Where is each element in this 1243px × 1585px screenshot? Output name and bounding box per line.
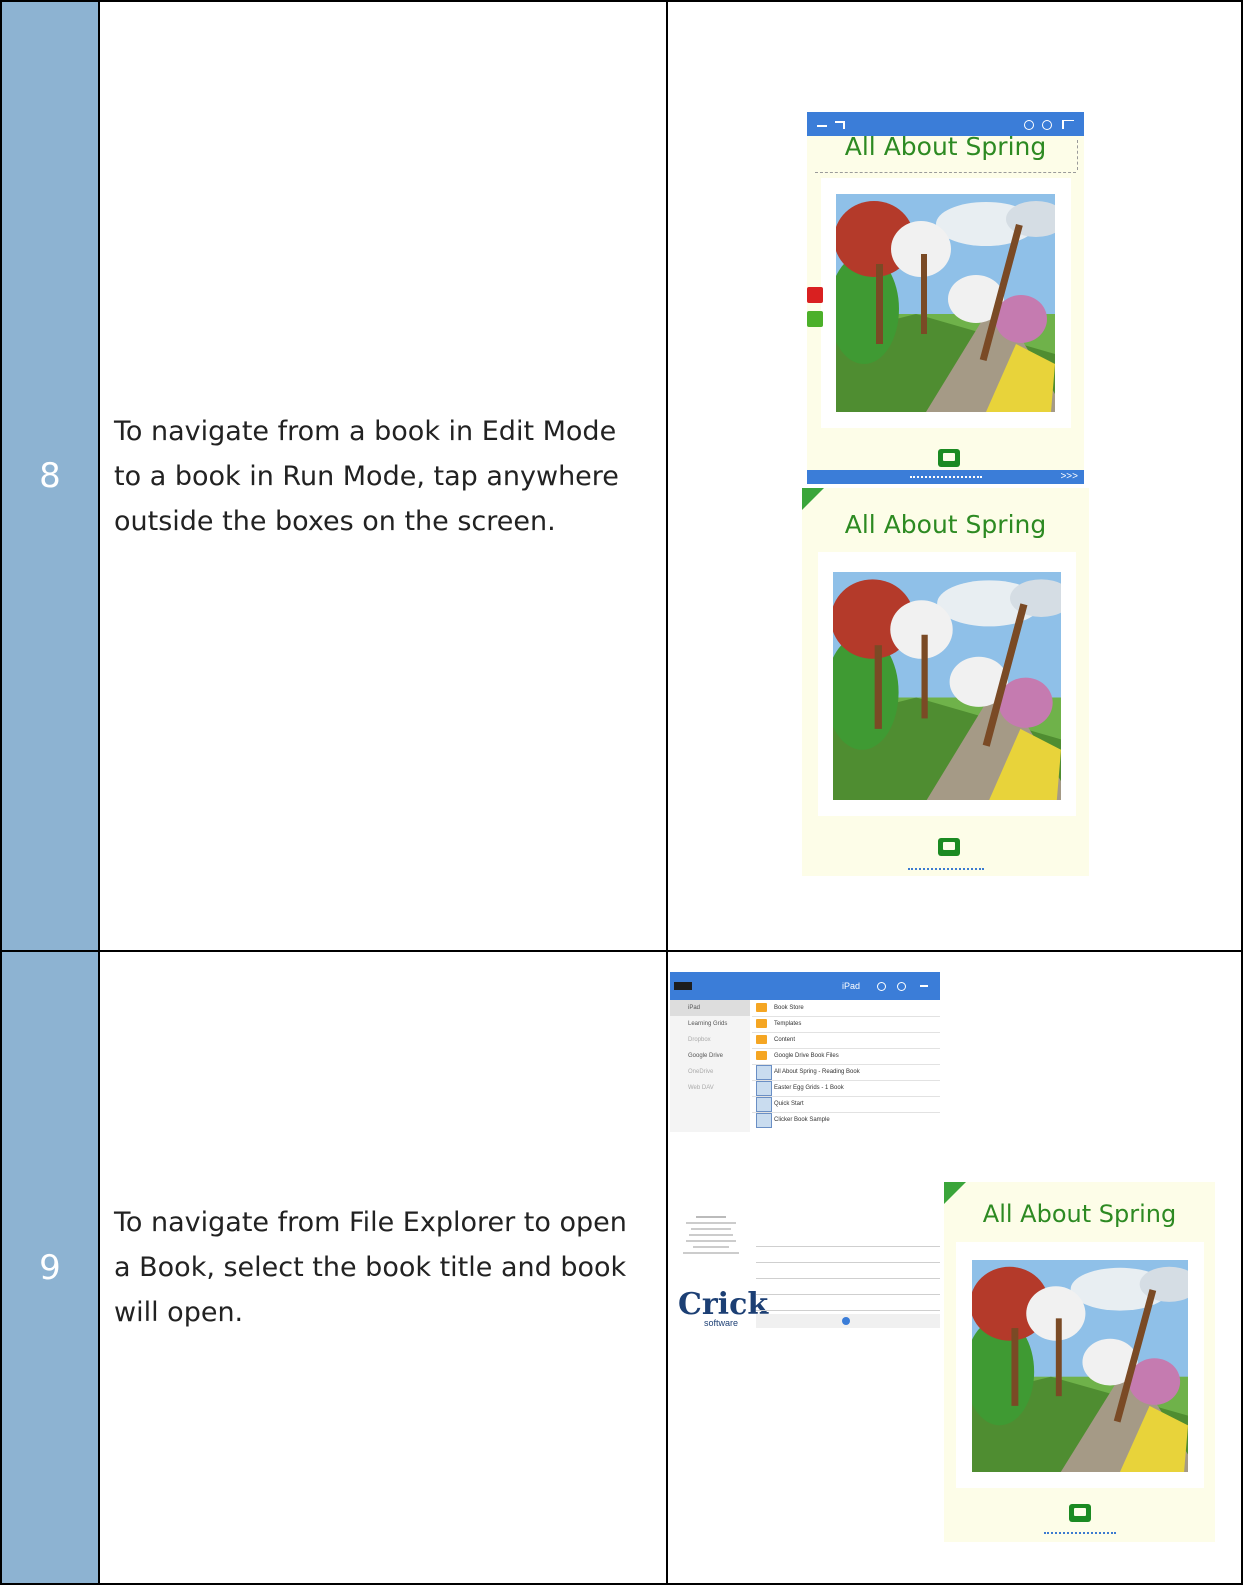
step-number: 9 xyxy=(2,952,100,1583)
step-screenshot-cell: iPad iPad Learning Grids Dropbox Google … xyxy=(668,952,1241,1583)
book-thumbnail-icon xyxy=(756,1113,772,1128)
list-item[interactable]: Content xyxy=(752,1032,940,1049)
page-dots xyxy=(908,868,984,873)
speech-bubble-icon[interactable] xyxy=(938,838,960,856)
book-title[interactable]: All About Spring xyxy=(807,132,1084,161)
speech-bubble-icon[interactable] xyxy=(938,449,960,467)
divider xyxy=(756,1278,940,1279)
file-explorer-header: iPad xyxy=(670,972,940,1000)
divider xyxy=(756,1262,940,1263)
opened-book-screenshot[interactable]: All About Spring xyxy=(944,1182,1215,1542)
step-screenshot-cell: All About Spring >>> All About Spring xyxy=(668,2,1241,950)
info-icon[interactable] xyxy=(842,1317,850,1325)
sidebar-item-google-drive[interactable]: Google Drive xyxy=(670,1048,750,1064)
next-page-button[interactable]: >>> xyxy=(1060,470,1078,484)
gear-icon xyxy=(1042,120,1052,130)
step-description: To navigate from File Explorer to open a… xyxy=(114,1207,627,1328)
add-icon[interactable] xyxy=(920,985,928,987)
step-description-cell: To navigate from File Explorer to open a… xyxy=(100,952,668,1583)
footer-bar xyxy=(756,1314,940,1328)
step-description-cell: To navigate from a book in Edit Mode to … xyxy=(100,2,668,950)
picture-frame[interactable] xyxy=(821,178,1071,428)
crick-logo-subtitle: software xyxy=(704,1318,739,1328)
delete-box-button[interactable] xyxy=(807,287,823,303)
list-item[interactable]: Book Store xyxy=(752,1000,940,1017)
book-title: All About Spring xyxy=(982,1200,1177,1228)
locations-sidebar: iPad Learning Grids Dropbox Google Drive… xyxy=(670,1000,750,1132)
list-item[interactable]: All About Spring - Reading Book xyxy=(752,1064,940,1081)
book-title: All About Spring xyxy=(844,510,1047,539)
edit-button[interactable] xyxy=(674,982,692,990)
spring-landscape-illustration xyxy=(972,1260,1188,1472)
table-row: 8 To navigate from a book in Edit Mode t… xyxy=(0,0,1243,952)
speech-bubble-icon[interactable] xyxy=(1069,1504,1091,1522)
sidebar-item-dropbox[interactable]: Dropbox xyxy=(670,1032,750,1048)
folder-icon xyxy=(756,1003,767,1012)
undo-icon xyxy=(835,121,845,129)
edit-corner-icon[interactable] xyxy=(802,488,824,510)
list-item[interactable]: Clicker Book Sample xyxy=(752,1112,940,1128)
list-item[interactable]: Quick Start xyxy=(752,1096,940,1113)
divider xyxy=(756,1310,940,1311)
spring-landscape-illustration xyxy=(836,194,1055,412)
folder-icon xyxy=(756,1051,767,1060)
title-box-border xyxy=(815,172,1076,173)
sidebar-item-learning-grids[interactable]: Learning Grids xyxy=(670,1016,750,1032)
page-navigation-bar: >>> xyxy=(807,470,1084,484)
instruction-table: 8 To navigate from a book in Edit Mode t… xyxy=(0,0,1243,1585)
page-dots xyxy=(1044,1532,1116,1537)
file-explorer-screenshot: iPad iPad Learning Grids Dropbox Google … xyxy=(670,972,940,1132)
picture-frame xyxy=(956,1242,1204,1488)
box-border xyxy=(1077,140,1078,170)
run-icon xyxy=(1062,120,1074,129)
picture-frame xyxy=(818,552,1076,816)
edit-mode-book-screenshot[interactable]: All About Spring >>> xyxy=(807,112,1084,484)
divider xyxy=(756,1246,940,1247)
list-item[interactable]: Google Drive Book Files xyxy=(752,1048,940,1065)
about-text-block xyxy=(678,1214,744,1294)
help-icon[interactable] xyxy=(877,982,886,991)
spring-picture xyxy=(833,572,1061,800)
table-row: 9 To navigate from File Explorer to open… xyxy=(0,950,1243,1585)
spring-picture xyxy=(972,1260,1188,1472)
divider xyxy=(756,1294,940,1295)
add-box-button[interactable] xyxy=(807,311,823,327)
folder-icon xyxy=(756,1019,767,1028)
about-panel-screenshot: Crick software xyxy=(670,1204,940,1354)
settings-icon[interactable] xyxy=(897,982,906,991)
book-thumbnail-icon xyxy=(756,1097,772,1112)
folder-icon xyxy=(756,1035,767,1044)
spring-picture xyxy=(836,194,1055,412)
sidebar-item-onedrive[interactable]: OneDrive xyxy=(670,1064,750,1080)
sidebar-item-webdav[interactable]: Web DAV xyxy=(670,1080,750,1096)
back-icon xyxy=(817,125,827,127)
list-item[interactable]: Templates xyxy=(752,1016,940,1033)
sidebar-item-ipad[interactable]: iPad xyxy=(670,1000,750,1016)
book-thumbnail-icon xyxy=(756,1065,772,1080)
list-item[interactable]: Easter Egg Grids - 1 Book xyxy=(752,1080,940,1097)
step-number: 8 xyxy=(2,2,100,950)
header-title: iPad xyxy=(842,981,861,991)
step-description: To navigate from a book in Edit Mode to … xyxy=(114,415,619,537)
page-dots xyxy=(910,476,982,481)
crick-logo: Crick xyxy=(678,1287,769,1322)
settings-icon xyxy=(1024,120,1034,130)
spring-landscape-illustration xyxy=(833,572,1061,800)
run-mode-book-screenshot[interactable]: All About Spring xyxy=(802,488,1089,876)
book-thumbnail-icon xyxy=(756,1081,772,1096)
